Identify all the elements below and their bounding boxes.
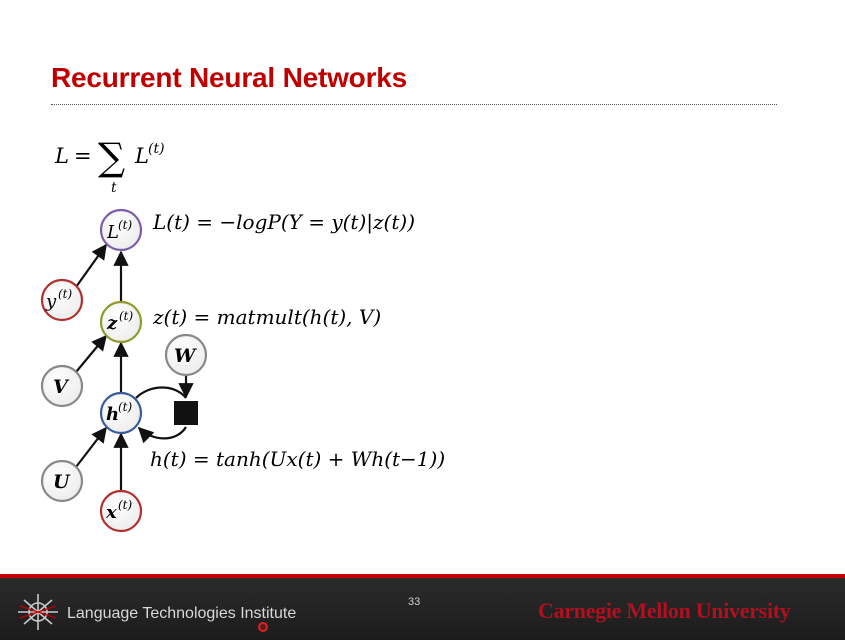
node-x-sup: (t) [118, 498, 133, 512]
loss-sum-superscript: (t) [148, 141, 165, 157]
node-x: x (t) [99, 489, 143, 533]
pointer-cursor-icon [258, 622, 268, 632]
equation-loss-t: L(t) = −logP(Y = y(t)|z(t)) [152, 210, 415, 235]
node-U-label: U [53, 471, 71, 493]
edge-y-to-L [75, 243, 107, 288]
node-W-label: W [174, 345, 197, 367]
loss-sum-term: L [134, 144, 149, 168]
node-y: y (t) [40, 278, 84, 322]
loss-sum-equals: = [74, 144, 92, 168]
node-z-sup: (t) [119, 309, 134, 323]
delay-square [174, 401, 198, 425]
loss-sum-subscript: t [111, 180, 117, 196]
node-V-label: V [53, 376, 70, 398]
node-h: h (t) [99, 391, 143, 435]
node-z-label: z [106, 313, 118, 334]
node-y-sup: (t) [58, 287, 73, 301]
footer-bar: Language Technologies Institute 33 Carne… [0, 574, 845, 640]
node-h-sup: (t) [118, 400, 133, 414]
node-L-sup: (t) [118, 218, 133, 232]
edge-delay-to-h [137, 426, 187, 444]
edge-U-to-h [75, 426, 107, 468]
edge-V-to-z [75, 334, 107, 373]
node-L-label: L [106, 222, 119, 243]
node-V: V [40, 364, 84, 408]
institute-name: Language Technologies Institute [67, 605, 297, 622]
node-z: z (t) [99, 300, 143, 344]
university-logo-text: Carnegie Mellon University [538, 598, 791, 623]
node-W: W [164, 333, 208, 377]
loss-sum-equation: L = ∑ t L (t) [54, 135, 165, 196]
edge-h-to-delay [135, 386, 187, 399]
loss-sum-sigma: ∑ [98, 135, 125, 179]
node-U: U [40, 459, 84, 503]
lti-logo-icon [18, 594, 58, 630]
loss-sum-lhs: L [54, 144, 69, 168]
rnn-diagram: L = ∑ t L (t) L (t) y (t) z (t) V W h (t… [40, 135, 445, 533]
page-number: 33 [408, 596, 421, 608]
node-x-label: x [105, 502, 117, 523]
equation-z-t: z(t) = matmult(h(t), V) [152, 305, 381, 329]
node-L: L (t) [99, 208, 143, 252]
node-y-label: y [45, 291, 57, 312]
equation-h-t: h(t) = tanh(Ux(t) + Wh(t−1)) [150, 447, 445, 471]
